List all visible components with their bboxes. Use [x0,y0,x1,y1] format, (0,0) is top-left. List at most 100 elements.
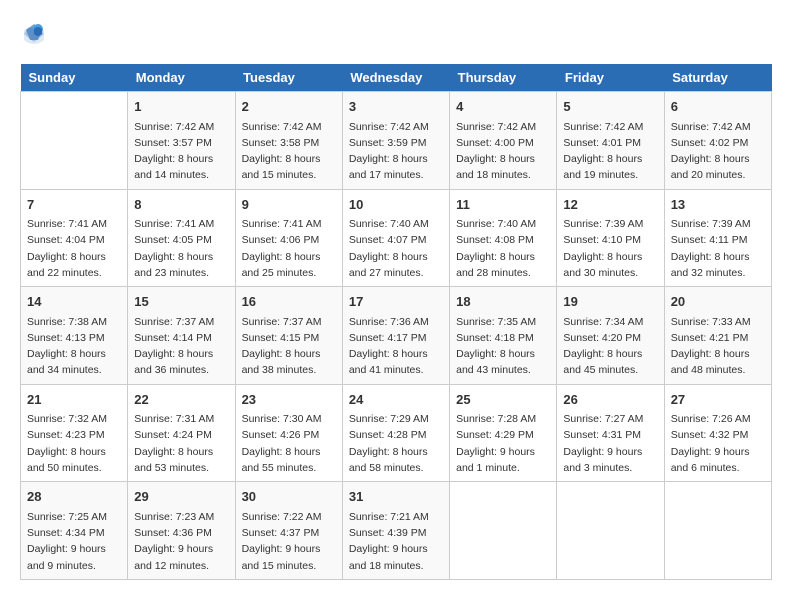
day-number: 20 [671,292,765,312]
day-info: Sunrise: 7:31 AM Sunset: 4:24 PM Dayligh… [134,411,228,476]
day-of-week-header: Monday [128,64,235,92]
day-number: 8 [134,195,228,215]
day-of-week-header: Saturday [664,64,771,92]
calendar-day-cell [664,482,771,580]
day-number: 4 [456,97,550,117]
calendar-day-cell: 4Sunrise: 7:42 AM Sunset: 4:00 PM Daylig… [450,92,557,190]
calendar-day-cell: 30Sunrise: 7:22 AM Sunset: 4:37 PM Dayli… [235,482,342,580]
calendar-day-cell [450,482,557,580]
calendar-day-cell: 23Sunrise: 7:30 AM Sunset: 4:26 PM Dayli… [235,384,342,482]
day-info: Sunrise: 7:40 AM Sunset: 4:08 PM Dayligh… [456,216,550,281]
day-number: 18 [456,292,550,312]
day-number: 15 [134,292,228,312]
day-number: 13 [671,195,765,215]
calendar-day-cell: 14Sunrise: 7:38 AM Sunset: 4:13 PM Dayli… [21,287,128,385]
day-info: Sunrise: 7:25 AM Sunset: 4:34 PM Dayligh… [27,509,121,574]
day-info: Sunrise: 7:23 AM Sunset: 4:36 PM Dayligh… [134,509,228,574]
day-number: 7 [27,195,121,215]
day-info: Sunrise: 7:34 AM Sunset: 4:20 PM Dayligh… [563,314,657,379]
day-number: 30 [242,487,336,507]
day-number: 1 [134,97,228,117]
day-number: 24 [349,390,443,410]
calendar-day-cell: 19Sunrise: 7:34 AM Sunset: 4:20 PM Dayli… [557,287,664,385]
calendar-day-cell: 25Sunrise: 7:28 AM Sunset: 4:29 PM Dayli… [450,384,557,482]
day-info: Sunrise: 7:21 AM Sunset: 4:39 PM Dayligh… [349,509,443,574]
calendar-day-cell: 1Sunrise: 7:42 AM Sunset: 3:57 PM Daylig… [128,92,235,190]
calendar-day-cell: 2Sunrise: 7:42 AM Sunset: 3:58 PM Daylig… [235,92,342,190]
calendar-day-cell: 28Sunrise: 7:25 AM Sunset: 4:34 PM Dayli… [21,482,128,580]
calendar-day-cell: 12Sunrise: 7:39 AM Sunset: 4:10 PM Dayli… [557,189,664,287]
page-header [20,20,772,48]
day-of-week-header: Thursday [450,64,557,92]
day-info: Sunrise: 7:39 AM Sunset: 4:10 PM Dayligh… [563,216,657,281]
calendar-day-cell: 6Sunrise: 7:42 AM Sunset: 4:02 PM Daylig… [664,92,771,190]
day-info: Sunrise: 7:29 AM Sunset: 4:28 PM Dayligh… [349,411,443,476]
day-number: 3 [349,97,443,117]
day-info: Sunrise: 7:41 AM Sunset: 4:04 PM Dayligh… [27,216,121,281]
calendar-day-cell: 29Sunrise: 7:23 AM Sunset: 4:36 PM Dayli… [128,482,235,580]
day-info: Sunrise: 7:41 AM Sunset: 4:05 PM Dayligh… [134,216,228,281]
day-info: Sunrise: 7:35 AM Sunset: 4:18 PM Dayligh… [456,314,550,379]
day-info: Sunrise: 7:42 AM Sunset: 3:58 PM Dayligh… [242,119,336,184]
day-number: 5 [563,97,657,117]
calendar-day-cell: 9Sunrise: 7:41 AM Sunset: 4:06 PM Daylig… [235,189,342,287]
day-info: Sunrise: 7:42 AM Sunset: 3:59 PM Dayligh… [349,119,443,184]
calendar-day-cell: 3Sunrise: 7:42 AM Sunset: 3:59 PM Daylig… [342,92,449,190]
day-info: Sunrise: 7:37 AM Sunset: 4:15 PM Dayligh… [242,314,336,379]
day-info: Sunrise: 7:22 AM Sunset: 4:37 PM Dayligh… [242,509,336,574]
calendar-day-cell: 13Sunrise: 7:39 AM Sunset: 4:11 PM Dayli… [664,189,771,287]
day-number: 28 [27,487,121,507]
day-info: Sunrise: 7:36 AM Sunset: 4:17 PM Dayligh… [349,314,443,379]
day-info: Sunrise: 7:27 AM Sunset: 4:31 PM Dayligh… [563,411,657,476]
calendar-day-cell: 21Sunrise: 7:32 AM Sunset: 4:23 PM Dayli… [21,384,128,482]
day-number: 6 [671,97,765,117]
day-info: Sunrise: 7:32 AM Sunset: 4:23 PM Dayligh… [27,411,121,476]
day-info: Sunrise: 7:33 AM Sunset: 4:21 PM Dayligh… [671,314,765,379]
day-info: Sunrise: 7:42 AM Sunset: 4:00 PM Dayligh… [456,119,550,184]
day-number: 29 [134,487,228,507]
calendar-day-cell [21,92,128,190]
day-info: Sunrise: 7:41 AM Sunset: 4:06 PM Dayligh… [242,216,336,281]
day-of-week-header: Wednesday [342,64,449,92]
calendar-table: SundayMondayTuesdayWednesdayThursdayFrid… [20,64,772,580]
day-number: 19 [563,292,657,312]
day-number: 11 [456,195,550,215]
calendar-week-row: 7Sunrise: 7:41 AM Sunset: 4:04 PM Daylig… [21,189,772,287]
calendar-day-cell: 18Sunrise: 7:35 AM Sunset: 4:18 PM Dayli… [450,287,557,385]
calendar-day-cell: 26Sunrise: 7:27 AM Sunset: 4:31 PM Dayli… [557,384,664,482]
day-number: 14 [27,292,121,312]
calendar-week-row: 1Sunrise: 7:42 AM Sunset: 3:57 PM Daylig… [21,92,772,190]
day-number: 16 [242,292,336,312]
calendar-day-cell: 5Sunrise: 7:42 AM Sunset: 4:01 PM Daylig… [557,92,664,190]
calendar-day-cell: 7Sunrise: 7:41 AM Sunset: 4:04 PM Daylig… [21,189,128,287]
day-number: 27 [671,390,765,410]
day-of-week-header: Sunday [21,64,128,92]
logo [20,20,52,48]
calendar-day-cell: 22Sunrise: 7:31 AM Sunset: 4:24 PM Dayli… [128,384,235,482]
day-info: Sunrise: 7:37 AM Sunset: 4:14 PM Dayligh… [134,314,228,379]
calendar-day-cell: 27Sunrise: 7:26 AM Sunset: 4:32 PM Dayli… [664,384,771,482]
day-number: 10 [349,195,443,215]
day-number: 22 [134,390,228,410]
day-number: 25 [456,390,550,410]
day-info: Sunrise: 7:42 AM Sunset: 3:57 PM Dayligh… [134,119,228,184]
calendar-week-row: 21Sunrise: 7:32 AM Sunset: 4:23 PM Dayli… [21,384,772,482]
day-number: 12 [563,195,657,215]
calendar-day-cell [557,482,664,580]
day-info: Sunrise: 7:39 AM Sunset: 4:11 PM Dayligh… [671,216,765,281]
calendar-day-cell: 10Sunrise: 7:40 AM Sunset: 4:07 PM Dayli… [342,189,449,287]
calendar-week-row: 14Sunrise: 7:38 AM Sunset: 4:13 PM Dayli… [21,287,772,385]
day-of-week-header: Tuesday [235,64,342,92]
day-number: 17 [349,292,443,312]
day-number: 26 [563,390,657,410]
day-number: 21 [27,390,121,410]
logo-icon [20,20,48,48]
calendar-week-row: 28Sunrise: 7:25 AM Sunset: 4:34 PM Dayli… [21,482,772,580]
calendar-day-cell: 15Sunrise: 7:37 AM Sunset: 4:14 PM Dayli… [128,287,235,385]
day-info: Sunrise: 7:42 AM Sunset: 4:01 PM Dayligh… [563,119,657,184]
day-number: 9 [242,195,336,215]
calendar-day-cell: 31Sunrise: 7:21 AM Sunset: 4:39 PM Dayli… [342,482,449,580]
calendar-day-cell: 20Sunrise: 7:33 AM Sunset: 4:21 PM Dayli… [664,287,771,385]
calendar-day-cell: 24Sunrise: 7:29 AM Sunset: 4:28 PM Dayli… [342,384,449,482]
day-info: Sunrise: 7:26 AM Sunset: 4:32 PM Dayligh… [671,411,765,476]
